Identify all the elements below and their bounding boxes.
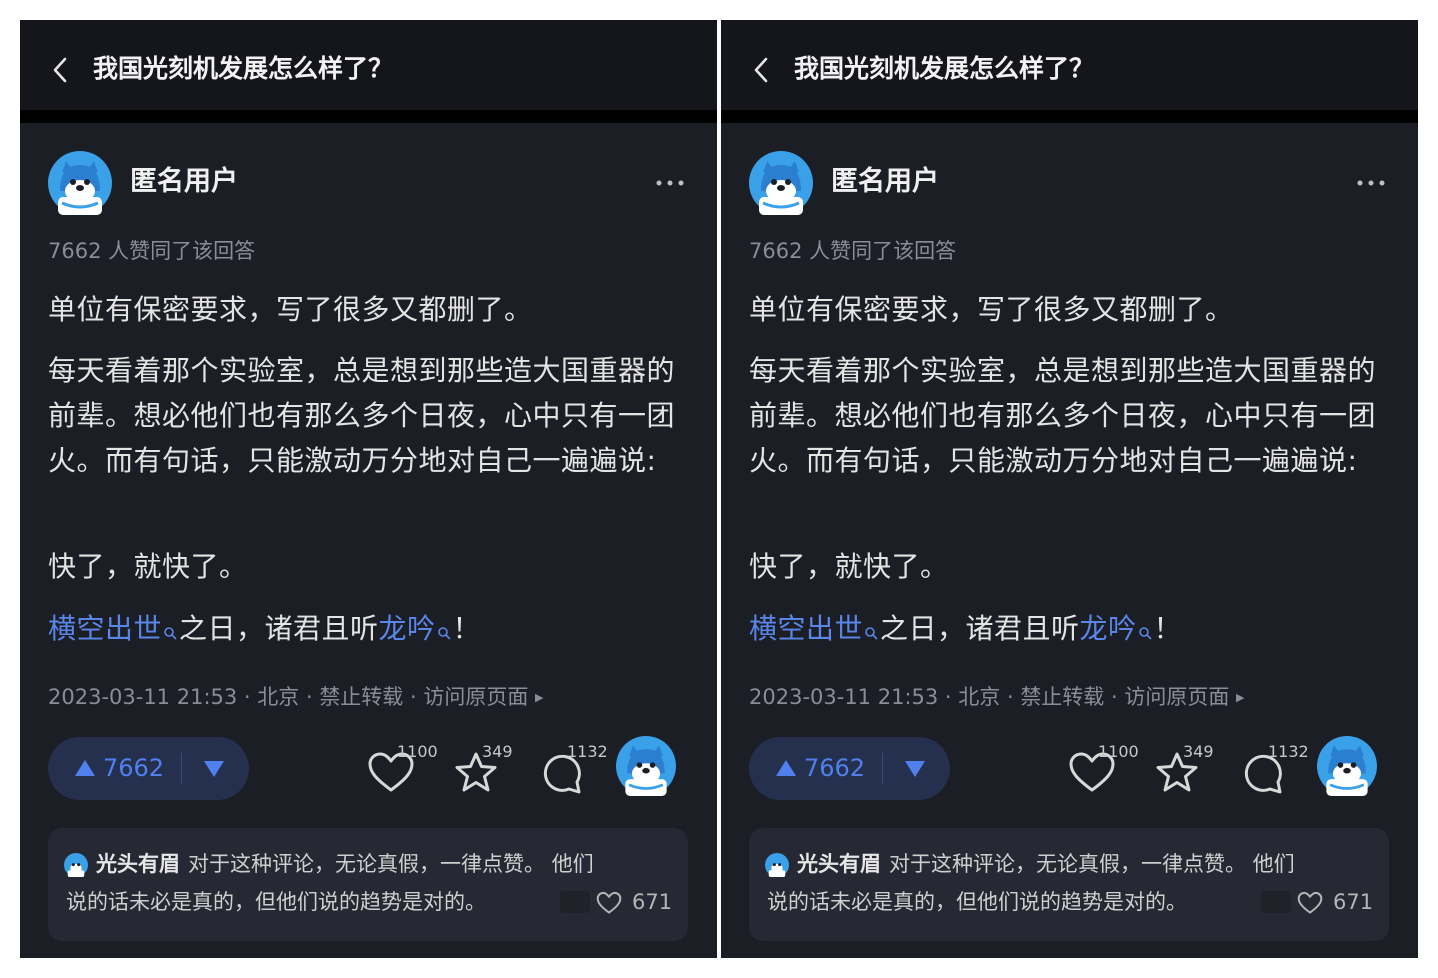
comment-like-count: 671 bbox=[632, 890, 673, 914]
header-divider bbox=[20, 110, 717, 123]
comment-text-line1: 对于这种评论，无论真假，一律点赞。 他们 bbox=[889, 852, 1295, 876]
answer-text-end: ！ bbox=[1153, 612, 1183, 645]
downvote-triangle-icon bbox=[204, 761, 224, 777]
answer-location: 北京 bbox=[257, 685, 300, 709]
view-original-link[interactable]: 访问原页面 bbox=[423, 685, 528, 709]
search-link-hengkongchushi[interactable]: 横空出世 bbox=[48, 612, 162, 645]
back-arrow-icon[interactable] bbox=[751, 57, 773, 83]
answer-datetime: 2023-03-11 21:53 bbox=[48, 685, 238, 709]
more-dots-icon[interactable] bbox=[1351, 170, 1391, 196]
like-count: 1100 bbox=[397, 742, 438, 761]
upvote-triangle-icon bbox=[776, 760, 796, 776]
search-link-hengkongchushi[interactable]: 横空出世 bbox=[749, 612, 863, 645]
upvote-triangle-icon bbox=[75, 760, 95, 776]
downvote-button[interactable] bbox=[182, 737, 249, 800]
favorite-button[interactable]: 349 bbox=[1154, 742, 1224, 798]
answer-meta: 2023-03-11 21:53 · 北京 · 禁止转载 · 访问原页面 ▶ bbox=[48, 685, 544, 709]
downvote-button[interactable] bbox=[883, 737, 950, 800]
like-count: 1100 bbox=[1098, 742, 1139, 761]
like-button[interactable]: 1100 bbox=[368, 742, 438, 798]
commenter-avatar[interactable] bbox=[64, 853, 88, 877]
answer-text-end: ！ bbox=[452, 612, 482, 645]
favorite-button[interactable]: 349 bbox=[453, 742, 523, 798]
upvote-count: 7662 bbox=[103, 754, 165, 782]
question-title[interactable]: 我国光刻机发展怎么样了？ bbox=[93, 51, 393, 87]
comment-image-thumb bbox=[1261, 891, 1291, 913]
comment-text-line2: 说的话未必是真的，但他们说的趋势是对的。 bbox=[767, 890, 1187, 914]
copyright-notice: 禁止转载 bbox=[319, 685, 404, 709]
comment-like-count: 671 bbox=[1333, 890, 1374, 914]
answer-paragraph-4: 横空出世 之日，诸君且听龙吟 ！ bbox=[48, 606, 688, 651]
header-divider bbox=[721, 110, 1418, 123]
author-name[interactable]: 匿名用户 bbox=[130, 163, 238, 201]
upvote-count: 7662 bbox=[804, 754, 866, 782]
comment-button[interactable]: 1132 bbox=[539, 742, 609, 798]
comment-text-line1: 对于这种评论，无论真假，一律点赞。 他们 bbox=[188, 852, 594, 876]
caret-right-icon: ▶ bbox=[535, 691, 544, 704]
answer-paragraph-2: 每天看着那个实验室，总是想到那些造大国重器的前辈。想必他们也有那么多个日夜，心中… bbox=[749, 354, 1377, 477]
vote-pill: 7662 bbox=[48, 737, 249, 800]
comment-image-thumb bbox=[560, 891, 590, 913]
author-avatar-small[interactable] bbox=[1317, 736, 1377, 796]
more-dots-icon[interactable] bbox=[650, 170, 690, 196]
favorite-count: 349 bbox=[1183, 742, 1214, 761]
author-avatar-small[interactable] bbox=[616, 736, 676, 796]
upvote-button[interactable]: 7662 bbox=[48, 737, 181, 800]
search-icon[interactable] bbox=[163, 608, 177, 640]
back-arrow-icon[interactable] bbox=[50, 57, 72, 83]
answer-paragraph-3: 快了，就快了。 bbox=[48, 550, 248, 583]
vote-pill: 7662 bbox=[749, 737, 950, 800]
author-name[interactable]: 匿名用户 bbox=[831, 163, 939, 201]
heart-icon[interactable] bbox=[1297, 891, 1323, 915]
commenter-name[interactable]: 光头有眉 bbox=[96, 852, 180, 876]
search-link-longyin[interactable]: 龙吟 bbox=[379, 612, 436, 645]
view-original-link[interactable]: 访问原页面 bbox=[1124, 685, 1229, 709]
answer-location: 北京 bbox=[958, 685, 1001, 709]
top-comment-card[interactable]: 光头有眉 对于这种评论，无论真假，一律点赞。 他们 说的话未必是真的，但他们说的趋… bbox=[749, 828, 1389, 941]
author-avatar[interactable] bbox=[48, 151, 112, 215]
heart-icon[interactable] bbox=[596, 891, 622, 915]
answer-panel-right: 我国光刻机发展怎么样了？ 匿名用户 7662 人赞同了该回答 单位有保密要求，写… bbox=[721, 20, 1418, 958]
top-bar: 我国光刻机发展怎么样了？ bbox=[721, 20, 1418, 110]
answer-paragraph-3: 快了，就快了。 bbox=[749, 550, 949, 583]
top-bar: 我国光刻机发展怎么样了？ bbox=[20, 20, 717, 110]
commenter-avatar[interactable] bbox=[765, 853, 789, 877]
search-link-longyin[interactable]: 龙吟 bbox=[1080, 612, 1137, 645]
upvote-button[interactable]: 7662 bbox=[749, 737, 882, 800]
answer-meta: 2023-03-11 21:53 · 北京 · 禁止转载 · 访问原页面 ▶ bbox=[749, 685, 1245, 709]
search-icon[interactable] bbox=[437, 608, 451, 640]
top-comment-card[interactable]: 光头有眉 对于这种评论，无论真假，一律点赞。 他们 说的话未必是真的，但他们说的趋… bbox=[48, 828, 688, 941]
answer-paragraph-2: 每天看着那个实验室，总是想到那些造大国重器的前辈。想必他们也有那么多个日夜，心中… bbox=[48, 354, 676, 477]
like-button[interactable]: 1100 bbox=[1069, 742, 1139, 798]
copyright-notice: 禁止转载 bbox=[1020, 685, 1105, 709]
downvote-triangle-icon bbox=[905, 761, 925, 777]
answer-paragraph-1: 单位有保密要求，写了很多又都删了。 bbox=[48, 293, 533, 326]
answer-datetime: 2023-03-11 21:53 bbox=[749, 685, 939, 709]
search-icon[interactable] bbox=[1138, 608, 1152, 640]
answer-paragraph-1: 单位有保密要求，写了很多又都删了。 bbox=[749, 293, 1234, 326]
search-icon[interactable] bbox=[864, 608, 878, 640]
favorite-count: 349 bbox=[482, 742, 513, 761]
approval-count: 7662 人赞同了该回答 bbox=[749, 239, 957, 263]
answer-text-middle: 之日，诸君且听 bbox=[880, 612, 1080, 645]
question-title[interactable]: 我国光刻机发展怎么样了？ bbox=[794, 51, 1094, 87]
comment-text-line2: 说的话未必是真的，但他们说的趋势是对的。 bbox=[66, 890, 486, 914]
answer-paragraph-4: 横空出世 之日，诸君且听龙吟 ！ bbox=[749, 606, 1389, 651]
comment-count: 1132 bbox=[567, 742, 608, 761]
caret-right-icon: ▶ bbox=[1236, 691, 1245, 704]
answer-text-middle: 之日，诸君且听 bbox=[179, 612, 379, 645]
approval-count: 7662 人赞同了该回答 bbox=[48, 239, 256, 263]
answer-panel-left: 我国光刻机发展怎么样了？ 匿名用户 7662 人赞同了该回答 单位有保密要求，写… bbox=[20, 20, 717, 958]
comment-button[interactable]: 1132 bbox=[1240, 742, 1310, 798]
commenter-name[interactable]: 光头有眉 bbox=[797, 852, 881, 876]
comment-count: 1132 bbox=[1268, 742, 1309, 761]
author-avatar[interactable] bbox=[749, 151, 813, 215]
